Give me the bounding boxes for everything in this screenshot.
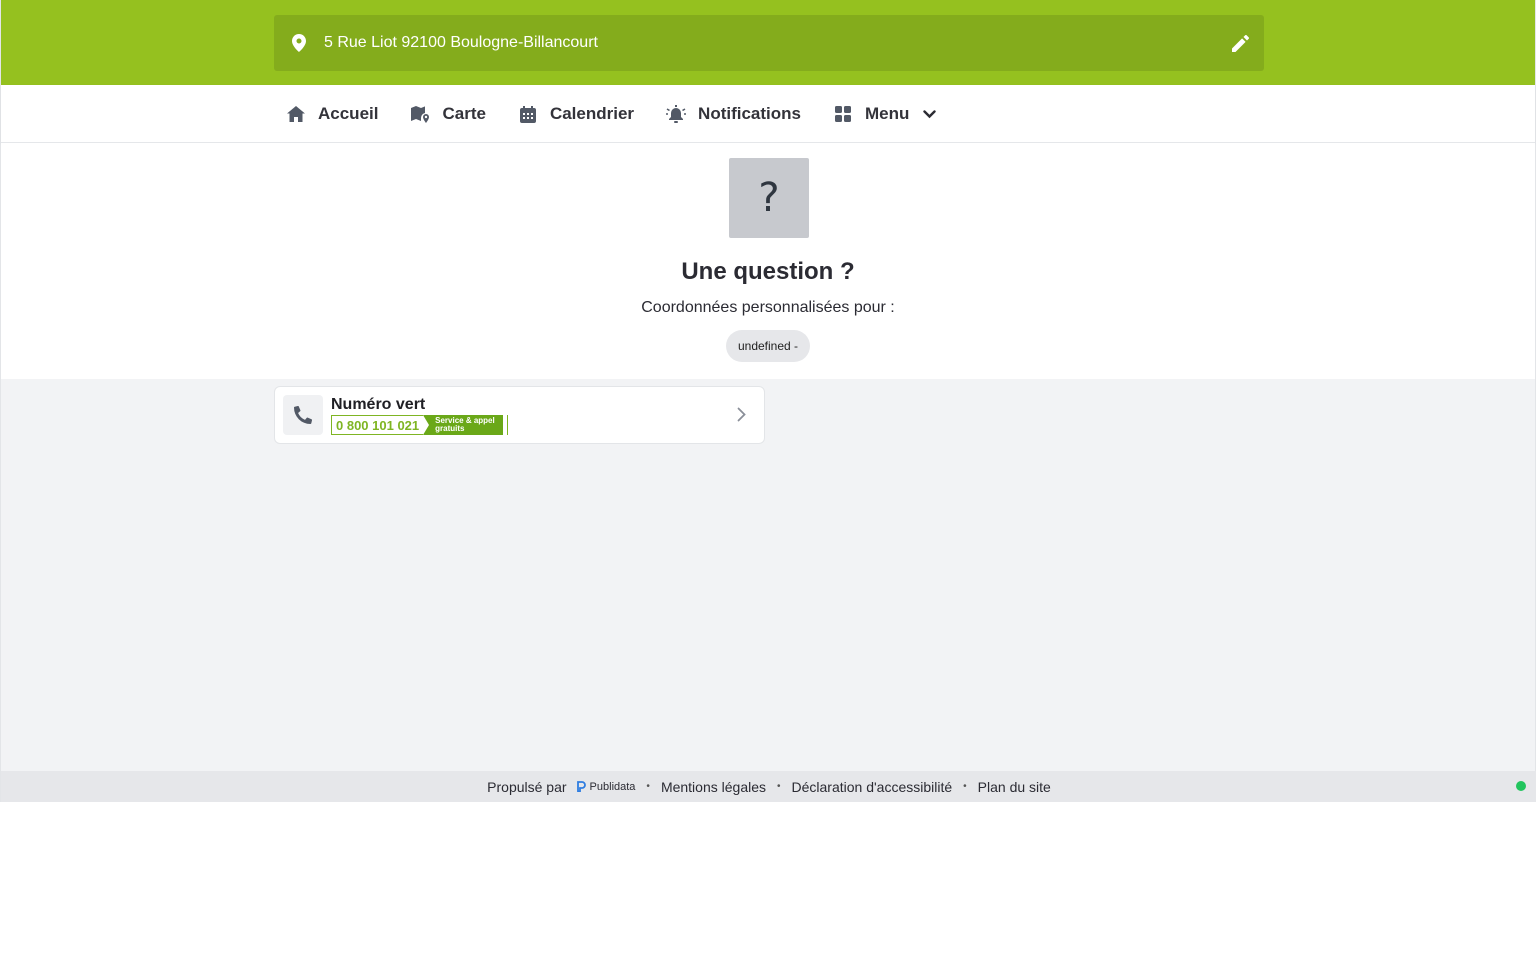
nav-item-menu[interactable]: Menu	[833, 104, 937, 124]
content-area: Numéro vert 0 800 101 021 Service & appe…	[1, 379, 1535, 771]
hero-section: ? Une question ? Coordonnées personnalis…	[1, 143, 1535, 379]
grid-icon	[833, 104, 853, 124]
status-indicator	[1516, 781, 1526, 791]
page-subtitle: Coordonnées personnalisées pour :	[641, 299, 895, 316]
map-pin-icon	[274, 34, 324, 52]
nav-label: Menu	[865, 104, 910, 123]
publidata-logo-icon	[576, 781, 586, 792]
top-bar: 5 Rue Liot 92100 Boulogne-Billancourt	[1, 0, 1535, 85]
footer-link-mentions[interactable]: Mentions légales	[661, 779, 766, 795]
footer-link-accessibility[interactable]: Déclaration d'accessibilité	[792, 779, 953, 795]
tag-line-2: gratuits	[435, 424, 465, 433]
contact-card-numero-vert[interactable]: Numéro vert 0 800 101 021 Service & appe…	[274, 386, 765, 444]
main-nav: Accueil Carte Calendrier Notifications M…	[1, 85, 1535, 143]
question-glyph: ?	[758, 175, 780, 221]
footer-link-sitemap[interactable]: Plan du site	[978, 779, 1051, 795]
chevron-right-icon	[737, 407, 746, 427]
phone-icon	[283, 395, 323, 435]
phone-number: 0 800 101 021	[336, 417, 420, 433]
page-title: Une question ?	[681, 258, 855, 285]
separator: •	[646, 781, 650, 792]
map-icon	[410, 104, 430, 124]
publidata-brand: Publidata	[589, 780, 636, 793]
nav-item-calendrier[interactable]: Calendrier	[518, 104, 634, 124]
pencil-icon[interactable]	[1230, 33, 1250, 53]
address-bar[interactable]: 5 Rue Liot 92100 Boulogne-Billancourt	[274, 15, 1264, 71]
publidata-link[interactable]: Publidata	[576, 780, 636, 793]
page: 5 Rue Liot 92100 Boulogne-Billancourt Ac…	[0, 0, 1536, 802]
powered-by-label: Propulsé par	[487, 778, 567, 795]
alarm-bell-icon	[666, 104, 687, 124]
nav-label: Carte	[442, 104, 486, 123]
nav-label: Calendrier	[549, 104, 635, 123]
footer: Propulsé par Publidata • Mentions légale…	[1, 771, 1536, 802]
green-number-badge: 0 800 101 021 Service & appel gratuits	[331, 415, 509, 435]
address-text: 5 Rue Liot 92100 Boulogne-Billancourt	[324, 34, 598, 51]
home-icon	[286, 104, 306, 124]
nav-label: Notifications	[698, 104, 801, 123]
card-title: Numéro vert	[331, 396, 426, 413]
nav-item-accueil[interactable]: Accueil	[286, 104, 378, 124]
address-badge: undefined -	[725, 330, 811, 362]
nav-item-carte[interactable]: Carte	[410, 104, 486, 124]
separator: •	[777, 781, 781, 792]
chevron-down-icon	[923, 109, 937, 119]
free-service-tag: Service & appel gratuits	[423, 415, 504, 435]
nav-label: Accueil	[318, 104, 379, 123]
calendar-icon	[518, 104, 538, 124]
nav-item-notifications[interactable]: Notifications	[666, 104, 801, 124]
separator: •	[963, 781, 967, 792]
question-icon: ?	[729, 158, 809, 238]
